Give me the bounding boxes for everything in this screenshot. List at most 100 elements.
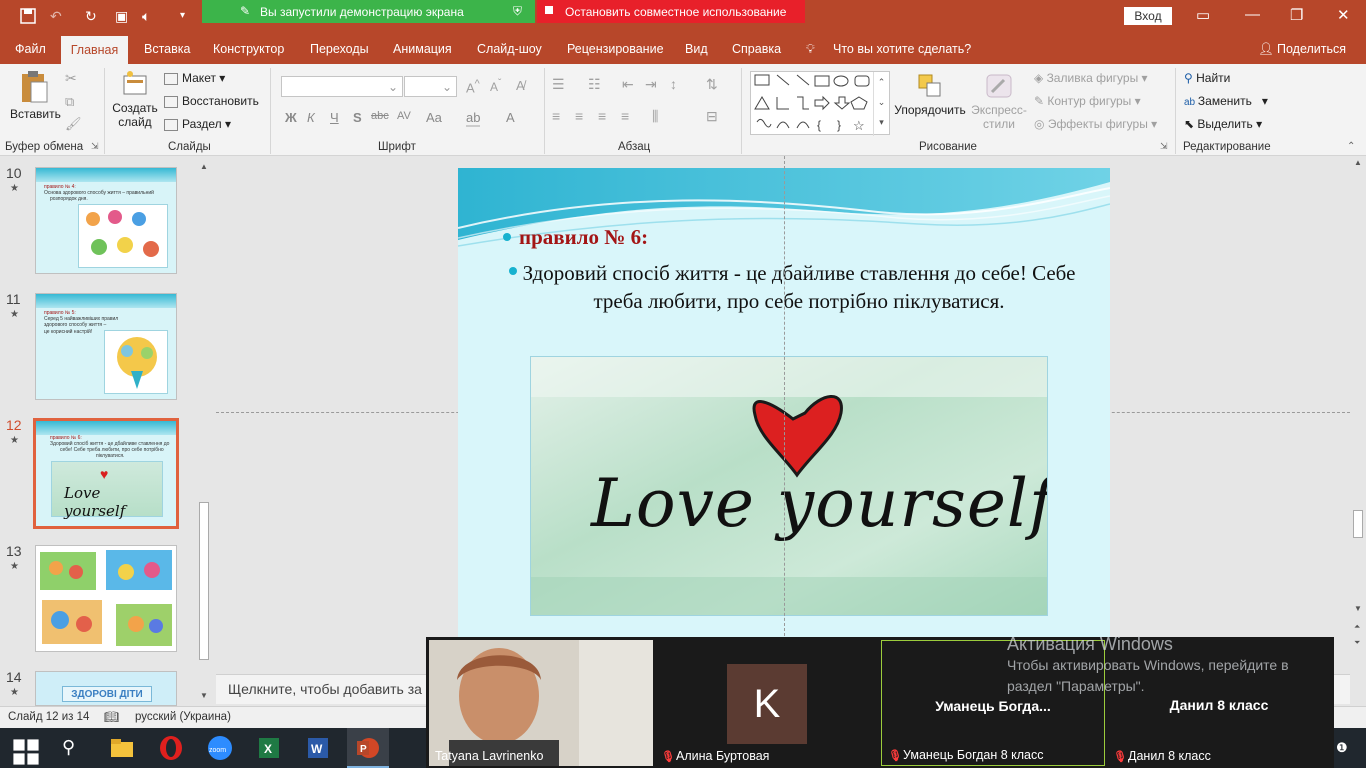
- opera-icon[interactable]: [157, 734, 185, 762]
- redo-icon[interactable]: ↻: [85, 8, 97, 24]
- align-center-icon[interactable]: ≡: [575, 108, 583, 124]
- font-color-button[interactable]: A: [506, 110, 515, 125]
- windows-start-icon[interactable]: [12, 738, 40, 766]
- drawing-launcher-icon[interactable]: ⇲: [1160, 141, 1168, 152]
- tab-view[interactable]: Вид: [685, 42, 708, 56]
- zoom-icon[interactable]: zoom: [206, 734, 234, 762]
- notifications-icon[interactable]: ❶: [1336, 740, 1348, 756]
- dialog-launcher-icon[interactable]: ⇲: [91, 141, 99, 152]
- quick-styles-button[interactable]: Экспресс- стили: [968, 72, 1030, 131]
- justify-icon[interactable]: ≡: [621, 108, 629, 124]
- start-slideshow-icon[interactable]: ▣: [115, 8, 128, 24]
- previous-slide-icon[interactable]: ⏶: [1354, 622, 1360, 632]
- vertical-guide[interactable]: [784, 156, 785, 636]
- powerpoint-taskbar-button[interactable]: P: [347, 728, 389, 768]
- search-icon[interactable]: ⚲: [62, 737, 90, 765]
- columns-icon[interactable]: ⫼: [652, 108, 658, 125]
- tab-insert[interactable]: Вставка: [144, 42, 190, 56]
- pin-icon[interactable]: ✎: [240, 4, 250, 18]
- arrange-button[interactable]: Упорядочить: [892, 72, 968, 117]
- font-name-combo[interactable]: ⌄: [281, 76, 403, 97]
- char-spacing-button[interactable]: AV: [397, 110, 411, 122]
- numbering-icon[interactable]: ☷: [588, 76, 601, 93]
- increase-indent-icon[interactable]: ⇥: [645, 76, 657, 93]
- stop-share-button[interactable]: Остановить совместное использование: [537, 0, 805, 23]
- replace-button[interactable]: ab Заменить ▾: [1184, 94, 1268, 108]
- slide-rule-title[interactable]: правило № 6:: [519, 225, 648, 250]
- editor-scroll-thumb[interactable]: [1353, 510, 1363, 538]
- grow-font-icon[interactable]: A^: [466, 78, 480, 95]
- slide-thumbnail-13[interactable]: [35, 545, 177, 652]
- section-button[interactable]: Раздел ▾: [164, 117, 231, 131]
- video-tile-danyl[interactable]: Данил 8 класс 🎙︎Данил 8 класс: [1107, 640, 1331, 766]
- file-explorer-icon[interactable]: [108, 734, 136, 762]
- line-spacing-icon[interactable]: ↕: [670, 76, 677, 92]
- shrink-font-icon[interactable]: Aˇ: [490, 78, 501, 94]
- signin-button[interactable]: Вход: [1124, 7, 1172, 25]
- bullets-icon[interactable]: ☰: [552, 76, 565, 93]
- clear-format-icon[interactable]: A̸: [516, 78, 525, 93]
- close-icon[interactable]: ✕: [1337, 6, 1350, 24]
- restore-icon[interactable]: ❐: [1290, 6, 1303, 24]
- bold-button[interactable]: Ж: [285, 110, 297, 125]
- tab-home[interactable]: Главная: [61, 36, 128, 64]
- tab-file[interactable]: Файл: [15, 42, 46, 56]
- align-left-icon[interactable]: ≡: [552, 108, 560, 124]
- slide-thumbnail-10[interactable]: правило № 4: Основа здорового способу жи…: [35, 167, 177, 274]
- ribbon-display-icon[interactable]: ▭: [1196, 6, 1210, 24]
- text-direction-icon[interactable]: ⇅: [706, 76, 718, 93]
- video-tile-self[interactable]: Tatyana Lavrinenko: [429, 640, 653, 766]
- tab-slideshow[interactable]: Слайд-шоу: [477, 42, 542, 56]
- new-slide-button[interactable]: Создать слайд: [110, 70, 160, 129]
- find-button[interactable]: ⚲ Найти: [1184, 71, 1230, 85]
- cut-icon[interactable]: ✂: [65, 70, 77, 87]
- slide-thumbnail-14[interactable]: ЗДОРОВІ ДІТИ: [35, 671, 177, 706]
- layout-button[interactable]: Макет ▾: [164, 71, 225, 85]
- change-case-button[interactable]: Aa: [426, 110, 442, 125]
- excel-icon[interactable]: X: [255, 734, 283, 762]
- shape-fill-button[interactable]: ◈ Заливка фигуры ▾: [1034, 71, 1148, 85]
- tab-transitions[interactable]: Переходы: [310, 42, 369, 56]
- highlight-icon[interactable]: ab: [466, 110, 481, 127]
- copy-icon[interactable]: ⧉: [65, 94, 74, 110]
- tab-review[interactable]: Рецензирование: [567, 42, 664, 56]
- align-right-icon[interactable]: ≡: [598, 108, 606, 124]
- collapse-ribbon-icon[interactable]: ⌃: [1347, 141, 1355, 152]
- thumbnails-scrollbar[interactable]: ▲ ▼: [197, 158, 211, 703]
- italic-button[interactable]: К: [307, 110, 315, 125]
- save-icon[interactable]: [20, 8, 36, 27]
- love-yourself-image[interactable]: Love yourself: [530, 356, 1048, 616]
- share-button[interactable]: Поделиться: [1277, 42, 1346, 56]
- customize-qat-icon[interactable]: ▾: [180, 8, 185, 24]
- speaker-icon[interactable]: 🔈︎: [142, 8, 150, 24]
- thumbnails-scroll-thumb[interactable]: [199, 502, 209, 660]
- slide-thumbnail-11[interactable]: правило № 5: Серед 5 найважливіших прави…: [35, 293, 177, 400]
- align-text-icon[interactable]: ⊟: [706, 108, 718, 125]
- tell-me-search[interactable]: Что вы хотите сделать?: [833, 42, 971, 56]
- shape-outline-button[interactable]: ✎ Контур фигуры ▾: [1034, 94, 1141, 108]
- shape-effects-button[interactable]: ◎ Эффекты фигуры ▾: [1034, 117, 1157, 131]
- video-tile-alina[interactable]: K 🎙︎Алина Буртовая: [655, 640, 879, 766]
- select-button[interactable]: ⬉ Выделить ▾: [1184, 117, 1262, 131]
- paste-button[interactable]: Вставить: [10, 70, 61, 130]
- minimize-icon[interactable]: —: [1245, 6, 1260, 23]
- shadow-button[interactable]: S: [353, 110, 362, 125]
- next-slide-icon[interactable]: ⏷: [1354, 638, 1360, 648]
- tab-design[interactable]: Конструктор: [213, 42, 284, 56]
- gallery-scroll[interactable]: ⌃ ⌄ ▾: [873, 72, 889, 136]
- slide-thumbnail-12[interactable]: правило № 6: Здоровий спосіб життя - це …: [33, 418, 179, 529]
- editor-scrollbar[interactable]: ▲ ▼ ⏶ ⏷: [1350, 156, 1366, 706]
- slide-body-text[interactable]: Здоровий спосіб життя - це дбайливе став…: [519, 259, 1079, 315]
- format-painter-icon[interactable]: 🖌︎: [65, 116, 82, 132]
- tab-help[interactable]: Справка: [732, 42, 781, 56]
- undo-icon[interactable]: ↶: [50, 8, 62, 24]
- tab-animations[interactable]: Анимация: [393, 42, 452, 56]
- underline-button[interactable]: Ч: [330, 110, 339, 125]
- video-tile-umanets[interactable]: Уманець Богда... 🎙︎Уманець Богдан 8 клас…: [881, 640, 1105, 766]
- shapes-gallery[interactable]: {} ☆ ⌃ ⌄ ▾: [750, 71, 890, 136]
- spellcheck-icon[interactable]: 📖︎: [104, 710, 119, 724]
- language-indicator[interactable]: русский (Украина): [135, 711, 231, 723]
- font-size-combo[interactable]: ⌄: [404, 76, 457, 97]
- reset-button[interactable]: Восстановить: [164, 94, 259, 108]
- word-icon[interactable]: W: [304, 734, 332, 762]
